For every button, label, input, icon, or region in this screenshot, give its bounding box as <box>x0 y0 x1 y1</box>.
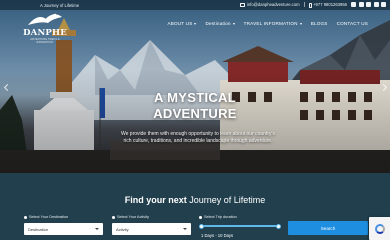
hero-banner: A Journey of Lifetime info@danpheadventu… <box>0 0 390 173</box>
mail-icon <box>240 3 246 8</box>
search-heading: Find your next Journey of Lifetime <box>0 195 390 205</box>
bullet-icon <box>24 215 27 219</box>
destination-select[interactable]: Destination <box>24 223 103 235</box>
activity-label: Select Your Activity <box>112 215 149 219</box>
phone-icon <box>308 2 312 8</box>
nav-label: ABOUT US <box>167 21 193 26</box>
nav-label: Destination <box>205 21 231 26</box>
site-logo[interactable]: DANPHE ADVENTURE TREKS & EXPEDITION <box>22 11 68 45</box>
brand-subtitle: ADVENTURE TREKS & EXPEDITION <box>30 38 60 44</box>
nav-blogs[interactable]: BLOGS <box>311 21 328 26</box>
tagline: A Journey of Lifetime <box>40 2 80 8</box>
duration-max-handle[interactable] <box>276 223 281 229</box>
email-link[interactable]: info@danpheadventure.com <box>240 2 300 8</box>
destination-value: Destination <box>28 226 49 232</box>
divider <box>303 2 305 8</box>
duration-min-handle[interactable] <box>199 223 204 229</box>
nav-travel-information[interactable]: TRAVEL INFORMATION <box>244 21 302 26</box>
activity-select[interactable]: Activity <box>112 223 191 235</box>
recaptcha-icon <box>374 223 385 234</box>
social-links <box>351 2 386 8</box>
recaptcha-badge[interactable] <box>369 217 390 240</box>
destination-label-text: Select Your Destination <box>29 215 69 219</box>
activity-value: Activity <box>116 226 129 232</box>
bullet-icon <box>112 215 115 219</box>
brand-name: DANPHE <box>23 28 67 38</box>
nav-label: TRAVEL INFORMATION <box>243 21 298 26</box>
duration-label: Select Trip duration <box>199 215 237 219</box>
duration-range-text: 1 Days - 10 Days <box>201 233 234 238</box>
hero-title-line2: ADVENTURE <box>153 106 237 121</box>
hero-title-line1: A MYSTICAL <box>154 90 236 105</box>
destination-label: Select Your Destination <box>24 215 68 219</box>
nav-label: CONTACT US <box>336 21 368 26</box>
danphe-bird-icon <box>28 13 62 25</box>
phone-link[interactable]: +977 9801263956 <box>308 2 347 8</box>
search-button[interactable]: Search <box>288 221 368 235</box>
page: A Journey of Lifetime info@danpheadventu… <box>0 0 390 240</box>
nav-about-us[interactable]: ABOUT US <box>167 21 197 26</box>
twitter-icon[interactable] <box>366 2 371 8</box>
nav-destination[interactable]: Destination <box>205 21 235 26</box>
chevron-down-icon <box>299 22 302 25</box>
bullet-icon <box>199 215 202 219</box>
facebook-icon[interactable] <box>351 2 356 8</box>
contact-info: info@danpheadventure.com +977 9801263956 <box>240 2 386 8</box>
linkedin-icon[interactable] <box>381 2 386 8</box>
activity-label-text: Select Your Activity <box>117 215 150 219</box>
search-heading-bold: Find your next <box>124 195 190 205</box>
nav-contact-us[interactable]: CONTACT US <box>337 21 368 26</box>
chevron-down-icon <box>232 22 235 25</box>
search-heading-light: Journey of Lifetime <box>189 195 266 205</box>
email-text: info@danpheadventure.com <box>246 2 300 8</box>
chevron-down-icon <box>194 22 197 25</box>
hero-description: We provide them with enough opportunity … <box>120 131 275 144</box>
chevron-down-icon <box>183 228 187 230</box>
phone-text: +977 9801263956 <box>313 2 347 8</box>
top-bar: A Journey of Lifetime info@danpheadventu… <box>0 0 390 10</box>
hero-title: A MYSTICAL ADVENTURE <box>0 90 390 122</box>
duration-label-text: Select Trip duration <box>204 215 237 219</box>
duration-slider[interactable] <box>199 223 281 229</box>
chevron-down-icon <box>95 228 99 230</box>
main-nav: ABOUT US Destination TRAVEL INFORMATION … <box>167 21 368 26</box>
instagram-icon[interactable] <box>358 2 364 8</box>
nav-label: BLOGS <box>310 21 328 26</box>
youtube-icon[interactable] <box>373 2 379 8</box>
